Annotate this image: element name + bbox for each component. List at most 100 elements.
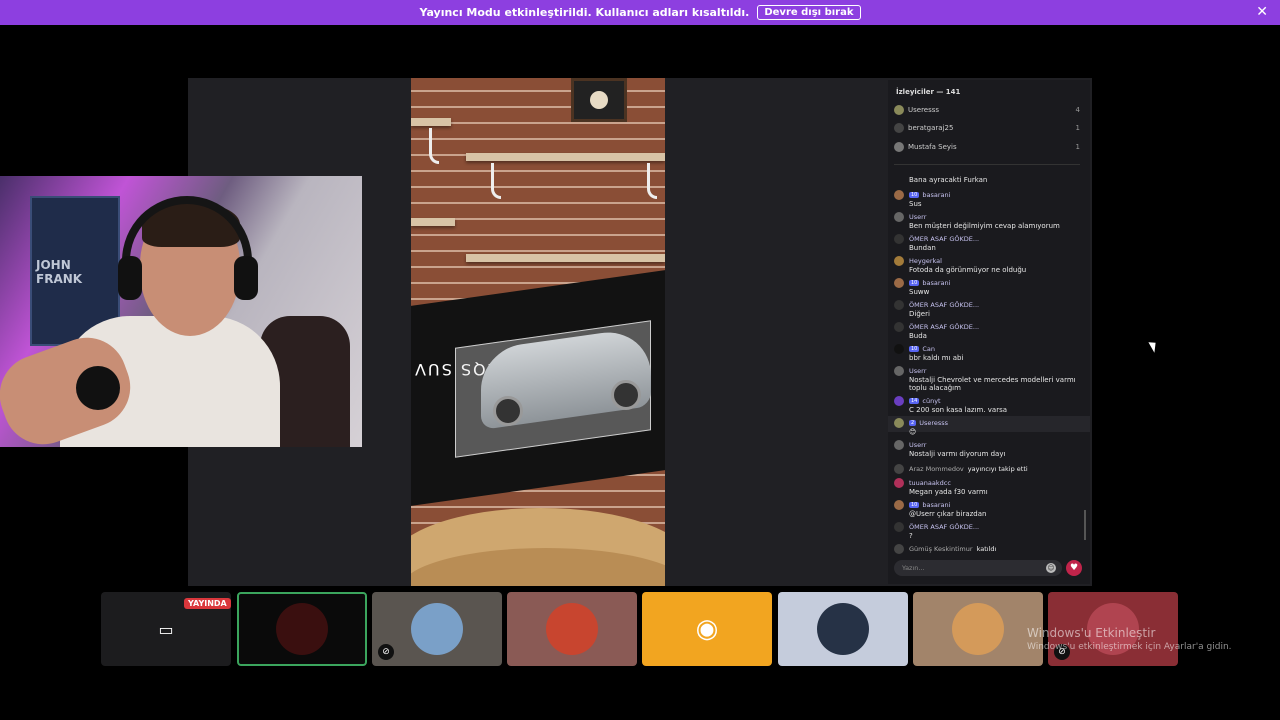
follow-event: Araz Mommedov yayıncıyı takip etti: [894, 464, 1028, 474]
shelf: [411, 118, 451, 126]
chat-message[interactable]: Bana ayracakti Furkan: [894, 176, 1084, 184]
message-author: basarani: [922, 501, 951, 509]
live-badge: YAYINDA: [184, 598, 231, 609]
chat-panel: İzleyiciler — 141 Useresss 4 beratgaraj2…: [888, 80, 1090, 584]
level-badge: 10: [909, 346, 920, 352]
message-author: Can: [922, 345, 936, 353]
chat-message[interactable]: ÖMER ASAF GÖKDE... Buda: [894, 322, 1084, 340]
message-author: Heygerkal: [909, 257, 942, 265]
chat-message[interactable]: Userr Ben müşteri değilmiyim cevap alamı…: [894, 212, 1084, 230]
poster-text: JOHN FRANK: [36, 258, 83, 286]
emoji-icon[interactable]: ☺: [1046, 563, 1056, 573]
avatar: [894, 544, 904, 554]
chat-message[interactable]: ÖMER ASAF GÖKDE... Bundan: [894, 234, 1084, 252]
avatar: [894, 366, 904, 376]
chat-message[interactable]: 2 Useresss 😊: [894, 418, 1084, 436]
banner-message: Yayıncı Modu etkinleştirildi. Kullanıcı …: [419, 6, 750, 19]
chat-message[interactable]: 10 basarani Sus: [894, 190, 1084, 208]
microphone: [76, 366, 120, 410]
participant-tile[interactable]: ⊘: [372, 592, 502, 666]
viewer-item[interactable]: Useresss 4: [894, 102, 1080, 118]
message-text: C 200 son kasa lazım. varsa: [909, 406, 1008, 414]
message-text: Fotoda da görünmüyor ne olduğu: [909, 266, 1027, 274]
shelf-bracket: [491, 163, 501, 199]
camera-off-icon: ⊘: [378, 644, 394, 660]
viewer-item[interactable]: Mustafa Seyis 1: [894, 139, 1080, 155]
participant-tile-discord[interactable]: ◉: [642, 592, 772, 666]
message-text: Suww: [909, 288, 930, 296]
avatar: [894, 478, 904, 488]
wall-frame: [571, 78, 627, 122]
event-text: katıldı: [976, 545, 997, 553]
level-badge: 10: [909, 192, 920, 198]
message-author: ÖMER ASAF GÖKDE...: [909, 323, 980, 331]
avatar: [894, 300, 904, 310]
viewer-item[interactable]: beratgaraj25 1: [894, 120, 1080, 136]
avatar: [894, 344, 904, 354]
headset-earcup: [118, 256, 142, 300]
streamer-mode-banner: Yayıncı Modu etkinleştirildi. Kullanıcı …: [0, 0, 1280, 25]
avatar: [894, 142, 904, 152]
message-author: ÖMER ASAF GÖKDE...: [909, 301, 980, 309]
chat-message[interactable]: 10 basarani @Userr çıkar birazdan: [894, 500, 1084, 518]
participant-tile-speaking[interactable]: [237, 592, 367, 666]
chat-message[interactable]: 10 basarani Suww: [894, 278, 1084, 296]
message-text: Nostalji varmı diyorum dayı: [909, 450, 1006, 458]
phone-video-feed: EQS SUV: [411, 78, 665, 586]
level-badge: 10: [909, 502, 920, 508]
disable-streamer-mode-button[interactable]: Devre dışı bırak: [757, 5, 861, 20]
shelf-bracket: [647, 163, 657, 199]
message-author: basarani: [922, 191, 951, 199]
chat-message[interactable]: Userr Nostalji Chevrolet ve mercedes mod…: [894, 366, 1084, 392]
avatar: [894, 440, 904, 450]
avatar: [894, 418, 904, 428]
avatar: [894, 212, 904, 222]
event-user: Araz Mommedov: [909, 465, 964, 473]
chat-message[interactable]: Heygerkal Fotoda da görünmüyor ne olduğu: [894, 256, 1084, 274]
message-text: Nostalji Chevrolet ve mercedes modelleri…: [909, 376, 1076, 392]
message-author: basarani: [922, 279, 951, 287]
participant-tile[interactable]: [913, 592, 1043, 666]
chat-message[interactable]: 10 Can bbr kaldı mı abi: [894, 344, 1084, 362]
close-icon[interactable]: ✕: [1256, 4, 1268, 20]
shelf: [411, 218, 455, 226]
event-text: yayıncıyı takip etti: [967, 465, 1028, 473]
windows-activation-watermark: Windows'u Etkinleştir Windows'u etkinleş…: [1027, 626, 1232, 652]
message-text: Bundan: [909, 244, 936, 252]
message-text: Buda: [909, 332, 927, 340]
message-author: Userr: [909, 367, 927, 375]
message-author: Userr: [909, 213, 927, 221]
chat-message[interactable]: tuuanaakdcc Megan yada f30 varmı: [894, 478, 1084, 496]
viewer-count: 4: [1075, 106, 1080, 114]
viewers-header: İzleyiciler — 141: [896, 88, 961, 96]
viewer-count: 1: [1075, 143, 1080, 151]
message-text: Ben müşteri değilmiyim cevap alamıyorum: [909, 222, 1060, 230]
participant-tile[interactable]: [778, 592, 908, 666]
message-text: Megan yada f30 varmı: [909, 488, 988, 496]
avatar: [952, 603, 1004, 655]
avatar: [894, 396, 904, 406]
viewer-name: beratgaraj25: [908, 124, 954, 132]
avatar: [411, 603, 463, 655]
participant-tile[interactable]: [507, 592, 637, 666]
chat-message[interactable]: 14 cünyt C 200 son kasa lazım. varsa: [894, 396, 1084, 414]
chat-message[interactable]: ÖMER ASAF GÖKDE... ?: [894, 522, 1084, 540]
message-author: Userr: [909, 441, 927, 449]
avatar: [894, 105, 904, 115]
avatar: [276, 603, 328, 655]
chat-scrollbar[interactable]: [1084, 510, 1086, 540]
chat-message[interactable]: ÖMER ASAF GÖKDE... Diğeri: [894, 300, 1084, 318]
avatar: [894, 322, 904, 332]
watermark-subtitle: Windows'u etkinleştirmek için Ayarlar'a …: [1027, 642, 1232, 652]
event-user: Gümüş Keskintimur: [909, 545, 973, 553]
webcam-feed: JOHN FRANK: [0, 176, 362, 447]
avatar: [894, 500, 904, 510]
heart-icon[interactable]: ♥: [1066, 560, 1082, 576]
car-wheel: [611, 380, 641, 410]
chat-message[interactable]: Userr Nostalji varmı diyorum dayı: [894, 440, 1084, 458]
message-text: @Userr çıkar birazdan: [909, 510, 987, 518]
message-author: tuuanaakdcc: [909, 479, 951, 487]
avatar: [894, 190, 904, 200]
message-text: ?: [909, 532, 913, 540]
chat-input[interactable]: Yazın...: [894, 560, 1062, 576]
